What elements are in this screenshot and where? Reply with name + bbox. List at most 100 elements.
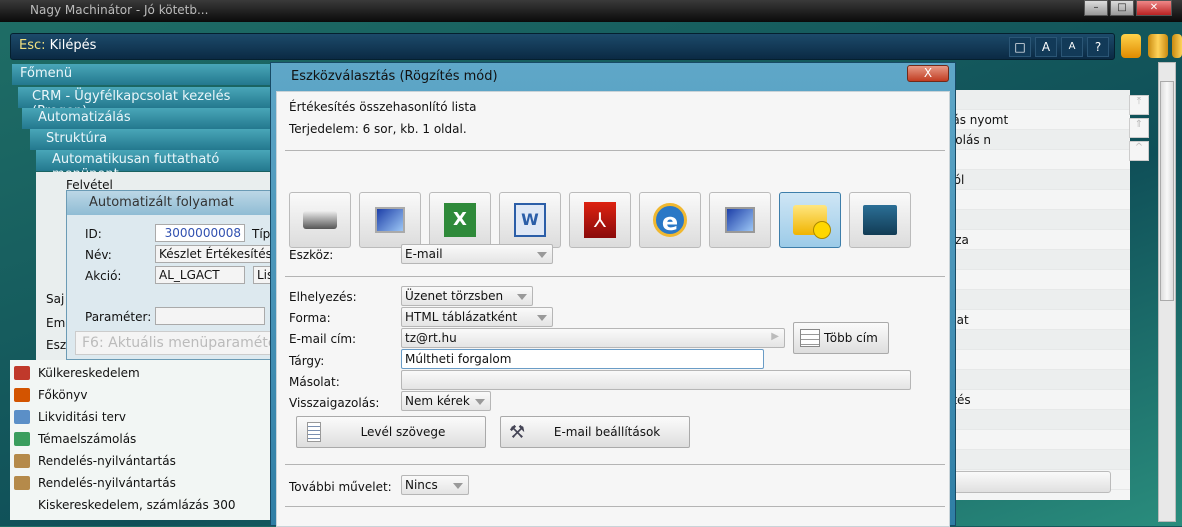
right-week-button[interactable] <box>945 471 1111 493</box>
right-list-row[interactable] <box>945 370 1130 390</box>
menu-list-item[interactable]: Főkönyv <box>10 384 270 406</box>
forma-value: HTML táblázatként <box>405 310 518 324</box>
window-mode-button[interactable]: □ <box>1009 37 1031 57</box>
right-list-row[interactable] <box>945 430 1130 450</box>
cc-input[interactable] <box>401 370 911 390</box>
exit-button[interactable]: Esc: Kilépés <box>19 38 96 53</box>
param-field[interactable] <box>155 307 265 325</box>
targy-label: Tárgy: <box>289 354 325 368</box>
close-dialog-button[interactable]: X <box>907 65 949 82</box>
list-icon <box>800 329 820 347</box>
chevron-down-icon <box>517 294 527 300</box>
first-page-button[interactable]: ⤒ <box>1129 95 1149 115</box>
tool-screen-button[interactable] <box>709 192 771 248</box>
breadcrumb-fomenu[interactable]: Főmenü <box>12 64 274 85</box>
menu-list-item[interactable]: Rendelés-nyilvántartás <box>10 450 270 472</box>
right-list-row[interactable] <box>945 150 1130 170</box>
right-list-row[interactable] <box>945 290 1130 310</box>
further-action-select[interactable]: Nincs <box>401 475 469 495</box>
more-addresses-button[interactable]: Több cím <box>793 322 889 354</box>
right-list-row[interactable]: sza <box>945 230 1130 250</box>
forma-select[interactable]: HTML táblázatként <box>401 307 553 327</box>
tool-email-button[interactable] <box>779 192 841 248</box>
os-titlebar: Nagy Machinátor - Jó kötetb... <box>0 0 1182 22</box>
email-settings-label: E-mail beállítások <box>553 425 661 439</box>
breadcrumb-automatizalas[interactable]: Automatizálás <box>22 108 274 129</box>
behind-item: Saj <box>46 292 65 306</box>
module-icon <box>14 476 30 490</box>
screen-icon <box>725 207 755 233</box>
database-icon[interactable] <box>1148 34 1168 58</box>
confirmation-select[interactable]: Nem kérek <box>401 391 491 411</box>
module-icon <box>14 498 30 512</box>
nev-field[interactable]: Készlet Értékesítés <box>155 245 273 263</box>
module-icon <box>14 454 30 468</box>
email-settings-button[interactable]: ⚒ E-mail beállítások <box>500 416 690 448</box>
right-list-row[interactable]: l <box>945 330 1130 350</box>
menu-item-label: Témaelszámolás <box>38 432 137 446</box>
menu-list-item[interactable]: Külkereskedelem <box>10 362 270 384</box>
maximize-button[interactable]: □ <box>1110 0 1134 16</box>
elhelyezes-select[interactable]: Üzenet törzsben <box>401 286 533 306</box>
email-field[interactable]: tz@rt.hu ▶ <box>401 328 785 348</box>
menu-item-label: Főkönyv <box>38 388 88 402</box>
nev-label: Név: <box>85 248 112 262</box>
right-list-row[interactable] <box>945 210 1130 230</box>
tool-pdf-button[interactable]: ⅄ <box>569 192 631 248</box>
right-list-row[interactable] <box>945 270 1130 290</box>
help-button[interactable]: ? <box>1087 37 1109 57</box>
f6-button[interactable]: F6: Aktuális menüparaméter <box>75 331 275 355</box>
minimize-button[interactable]: – <box>1084 0 1108 16</box>
right-list-row[interactable]: ítés <box>945 390 1130 410</box>
chevron-down-icon <box>537 315 547 321</box>
scrollbar[interactable] <box>1158 62 1176 522</box>
tool-word-button[interactable]: W <box>499 192 561 248</box>
subject-input[interactable]: Múltheti forgalom <box>401 349 764 369</box>
akcio-field[interactable]: AL_LGACT <box>155 266 245 284</box>
menu-list-item[interactable]: Témaelszámolás <box>10 428 270 450</box>
menu-list-item[interactable]: Rendelés-nyilvántartás <box>10 472 270 494</box>
font-larger-button[interactable]: A <box>1035 37 1057 57</box>
tool-printer-button[interactable] <box>289 192 351 248</box>
right-list-row[interactable] <box>945 190 1130 210</box>
breadcrumb-automatikusan[interactable]: Automatikusan futtatható menüpont <box>36 150 274 182</box>
report-name: Értékesítés összehasonlító lista <box>289 100 477 114</box>
tool-preview-button[interactable] <box>359 192 421 248</box>
menu-list-item[interactable]: Likviditási terv <box>10 406 270 428</box>
right-list-row[interactable]: lás nyomt <box>945 110 1130 130</box>
tools-icon: ⚒ <box>509 421 526 443</box>
email-value: tz@rt.hu <box>405 331 457 345</box>
scrollbar-thumb[interactable] <box>1160 81 1174 301</box>
right-list-row[interactable] <box>945 350 1130 370</box>
font-smaller-button[interactable]: A <box>1061 37 1083 57</box>
close-button[interactable]: ✕ <box>1136 0 1172 16</box>
up-button[interactable]: ^ <box>1129 141 1149 161</box>
automated-process-dialog: Automatizált folyamat ID: 3000000008 Típ… <box>66 190 275 360</box>
right-list-row[interactable]: ról <box>945 170 1130 190</box>
param-label: Paraméter: <box>85 310 152 324</box>
menu-list-item[interactable]: Kiskereskedelem, számlázás 300 <box>10 494 270 516</box>
menu-item-label: Rendelés-nyilvántartás <box>38 476 176 490</box>
database-icon-2[interactable] <box>1172 34 1182 58</box>
breadcrumb-struktura[interactable]: Struktúra <box>30 129 274 150</box>
right-list-row[interactable]: dat <box>945 310 1130 330</box>
right-list-row[interactable]: zolás n <box>945 130 1130 150</box>
eszkoz-select[interactable]: E-mail <box>401 244 553 264</box>
module-icon <box>14 432 30 446</box>
breadcrumb-crm[interactable]: CRM - Ügyfélkapcsolat kezelés (Progen) <box>18 87 274 119</box>
page-up-button[interactable]: ⇑ <box>1129 118 1149 138</box>
word-icon: W <box>514 203 546 237</box>
tip-label: Típ <box>252 227 271 241</box>
masolat-label: Másolat: <box>289 375 340 389</box>
tool-archive-button[interactable] <box>849 192 911 248</box>
eszkoz-label: Eszköz: <box>289 248 334 262</box>
right-list-row[interactable] <box>945 410 1130 430</box>
right-list-row[interactable] <box>945 450 1130 470</box>
letter-text-button[interactable]: Levél szövege <box>296 416 486 448</box>
id-field[interactable]: 3000000008 <box>155 224 245 242</box>
right-list-row[interactable] <box>945 90 1130 110</box>
tool-excel-button[interactable]: X <box>429 192 491 248</box>
monitor-icon[interactable] <box>1121 34 1141 58</box>
tool-internet-explorer-button[interactable]: e <box>639 192 701 248</box>
right-list-row[interactable] <box>945 250 1130 270</box>
